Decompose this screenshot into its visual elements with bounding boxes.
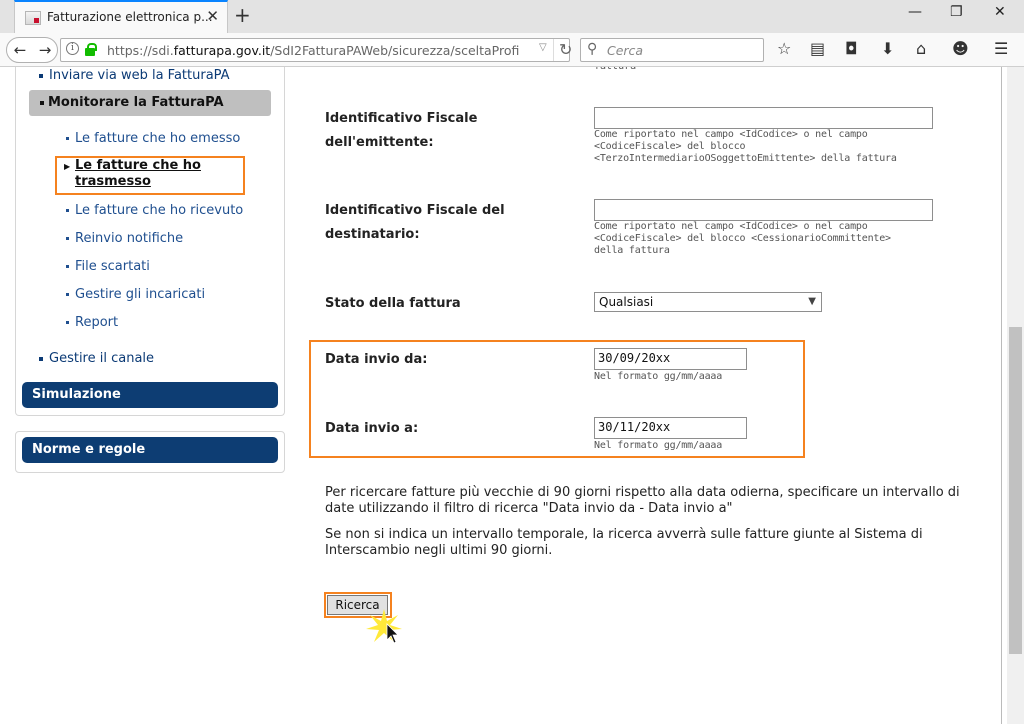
- back-arrow-icon[interactable]: ←: [8, 39, 32, 61]
- tab-close-icon[interactable]: ✕: [206, 9, 219, 24]
- bookmark-star-icon[interactable]: ☆: [777, 41, 791, 57]
- info-icon[interactable]: i: [66, 42, 79, 55]
- stato-label: Stato della fattura: [325, 296, 461, 311]
- norme-regole-button[interactable]: Norme e regole: [22, 437, 278, 463]
- minimize-window-button[interactable]: —: [908, 5, 922, 19]
- destinatario-label-line1: Identificativo Fiscale del: [325, 203, 505, 218]
- menu-icon[interactable]: ☰: [994, 41, 1008, 57]
- emittente-label-line1: Identificativo Fiscale: [325, 111, 478, 126]
- data-da-hint: Nel formato gg/mm/aaaa: [594, 371, 723, 382]
- page-content: Inviare via web la FatturaPA Monitorare …: [0, 67, 1024, 724]
- emoji-icon[interactable]: ☻: [952, 41, 969, 57]
- destinatario-hint: Come riportato nel campo <IdCodice> o ne…: [594, 221, 891, 256]
- tab-title: Fatturazione elettronica p...: [47, 10, 213, 24]
- download-icon[interactable]: ⬇: [881, 41, 894, 57]
- sidebar-item-fatture-ricevute[interactable]: Le fatture che ho ricevuto: [65, 203, 243, 218]
- sidebar-item-reinvio-notifiche[interactable]: Reinvio notifiche: [65, 231, 183, 246]
- stato-selected-value: Qualsiasi: [599, 295, 654, 309]
- search-input[interactable]: Cerca: [607, 43, 643, 58]
- highlight-box-sidebar: [55, 156, 245, 195]
- content-border: [1001, 67, 1002, 724]
- sidebar-item-report[interactable]: Report: [65, 315, 118, 330]
- url-dropdown-icon[interactable]: ▽: [539, 42, 547, 53]
- new-tab-button[interactable]: +: [234, 5, 251, 25]
- url-text[interactable]: https://sdi.fatturapa.gov.it/SdI2Fattura…: [107, 43, 519, 58]
- info-paragraph-1: Per ricercare fatture più vecchie di 90 …: [325, 485, 960, 516]
- pocket-icon[interactable]: ◘: [845, 41, 858, 57]
- sidebar-link-inviare[interactable]: Inviare via web la FatturaPA: [39, 68, 230, 83]
- restore-window-button[interactable]: ❐: [950, 5, 963, 19]
- click-cursor-icon: [366, 609, 402, 644]
- browser-tab[interactable]: Fatturazione elettronica p... ✕: [14, 0, 228, 33]
- data-da-input[interactable]: 30/09/20xx: [594, 348, 747, 370]
- emittente-label-line2: dell'emittente:: [325, 135, 434, 150]
- destinatario-label-line2: destinatario:: [325, 227, 420, 242]
- chevron-down-icon: ▼: [808, 296, 816, 307]
- search-icon: ⚲: [587, 41, 598, 57]
- emittente-id-input[interactable]: [594, 107, 933, 129]
- data-a-hint: Nel formato gg/mm/aaaa: [594, 440, 723, 451]
- sidebar-item-fatture-emesse[interactable]: Le fatture che ho emesso: [65, 131, 240, 146]
- stato-select[interactable]: Qualsiasi ▼: [594, 292, 822, 312]
- data-a-input[interactable]: 30/11/20xx: [594, 417, 747, 439]
- emittente-hint: Come riportato nel campo <IdCodice> o ne…: [594, 129, 897, 164]
- lock-icon[interactable]: [85, 43, 97, 56]
- simulazione-button[interactable]: Simulazione: [22, 382, 278, 408]
- forward-arrow-icon[interactable]: →: [34, 39, 56, 61]
- data-da-label: Data invio da:: [325, 352, 428, 367]
- address-bar[interactable]: i https://sdi.fatturapa.gov.it/SdI2Fattu…: [60, 38, 572, 62]
- sidebar-item-file-scartati[interactable]: File scartati: [66, 259, 150, 274]
- truncated-hint: fattura: [594, 67, 636, 72]
- navigation-toolbar: ← → i https://sdi.fatturapa.gov.it/SdI2F…: [0, 33, 1024, 67]
- sidebar-item-incaricati[interactable]: Gestire gli incaricati: [65, 287, 205, 302]
- sidebar-section-monitorare[interactable]: Monitorare la FatturaPA: [29, 90, 271, 116]
- sidebar-link-canale[interactable]: Gestire il canale: [39, 351, 154, 366]
- close-window-button[interactable]: ✕: [994, 5, 1006, 19]
- destinatario-id-input[interactable]: [594, 199, 933, 221]
- home-icon[interactable]: ⌂: [916, 41, 926, 57]
- data-a-label: Data invio a:: [325, 421, 419, 436]
- tab-strip: Fatturazione elettronica p... ✕ + — ❐ ✕: [0, 0, 1024, 33]
- reading-list-icon[interactable]: ▤: [810, 41, 825, 57]
- search-bar[interactable]: ⚲ Cerca: [580, 38, 764, 62]
- history-buttons: ← →: [6, 37, 58, 63]
- scrollbar-thumb[interactable]: [1009, 327, 1022, 654]
- info-paragraph-2: Se non si indica un intervallo temporale…: [325, 527, 923, 558]
- site-favicon-icon: [25, 11, 41, 25]
- reload-icon[interactable]: ↻: [553, 39, 572, 61]
